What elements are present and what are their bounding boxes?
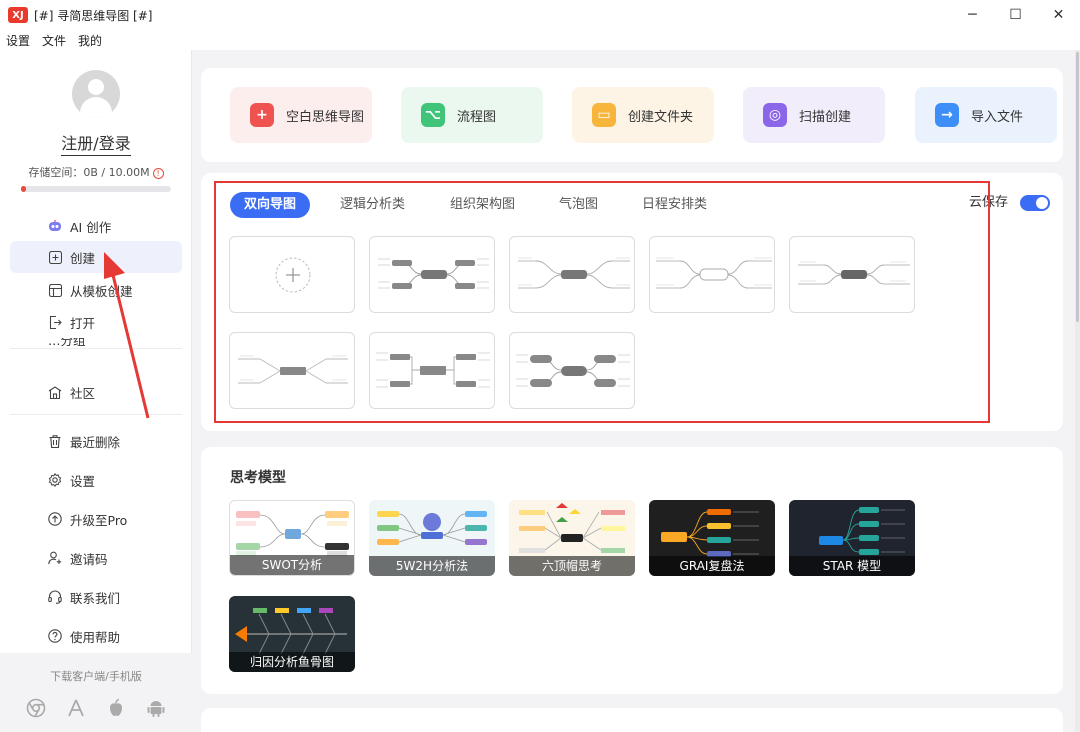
menu-bar: 设置 文件 我的 [0, 30, 1080, 50]
app-store-icon[interactable] [66, 698, 86, 718]
model-card-grai[interactable]: GRAI复盘法 [649, 500, 775, 576]
section-title: 思考模型 [230, 470, 286, 486]
create-folder-button[interactable]: ▭ 创建文件夹 [572, 87, 714, 143]
divider [10, 414, 182, 415]
scrollbar-thumb[interactable] [1076, 52, 1079, 322]
model-card-fishbone[interactable]: 归因分析鱼骨图 [229, 596, 355, 672]
window-controls: ─ ☐ ✕ [951, 0, 1080, 30]
download-text: 下载客户端/手机版 [50, 670, 142, 683]
annotation-highlight-box [214, 181, 990, 423]
app-logo: XJ [8, 7, 28, 23]
community-icon [48, 385, 62, 399]
flowchart-button[interactable]: ⌥ 流程图 [401, 87, 543, 143]
scan-icon: ◎ [763, 103, 787, 127]
model-card-5w2h[interactable]: 5W2H分析法 [369, 500, 495, 576]
chrome-icon[interactable] [26, 698, 46, 718]
upgrade-arrow-icon [48, 512, 62, 526]
quick-action-label: 空白思维导图 [286, 109, 365, 125]
user-plus-icon [48, 551, 62, 565]
maximize-button[interactable]: ☐ [994, 0, 1037, 30]
sidebar: 注册/登录 存储空间：0B / 10.00M! AI 创作 创建 从模板创建 打… [0, 50, 192, 732]
platform-list [26, 698, 166, 718]
sidebar-item-community[interactable]: 社区 [10, 376, 182, 408]
help-circle-icon [48, 629, 62, 643]
quick-action-label: 扫描创建 [799, 109, 852, 125]
cloud-save-toggle[interactable] [1020, 195, 1050, 211]
sidebar-item-settings[interactable]: 设置 [10, 464, 182, 496]
sidebar-item-help[interactable]: 使用帮助 [10, 620, 182, 652]
new-file-icon: + [250, 103, 274, 127]
avatar[interactable] [72, 70, 120, 118]
title-bar: XJ [#] 寻简思维导图 [#] ─ ☐ ✕ [0, 0, 1080, 30]
download-section: 下载客户端/手机版 [0, 653, 192, 732]
sidebar-item-label: 联系我们 [70, 590, 121, 606]
model-label: 六顶帽思考 [509, 556, 635, 576]
model-label: 归因分析鱼骨图 [229, 652, 355, 672]
sidebar-item-invite-code[interactable]: 邀请码 [10, 542, 182, 574]
sidebar-item-label: 邀请码 [70, 551, 108, 567]
sidebar-item-create[interactable]: 创建 [10, 241, 182, 273]
warning-icon[interactable]: ! [152, 167, 164, 179]
model-label: SWOT分析 [230, 555, 354, 575]
sidebar-item-contact-us[interactable]: 联系我们 [10, 581, 182, 613]
minimize-button[interactable]: ─ [951, 0, 994, 30]
quick-action-label: 流程图 [457, 109, 497, 125]
menu-settings[interactable]: 设置 [6, 32, 30, 49]
model-card-six-hats[interactable]: 六顶帽思考 [509, 500, 635, 576]
sidebar-item-upgrade-pro[interactable]: 升级至Pro [10, 503, 182, 535]
menu-mine[interactable]: 我的 [78, 32, 102, 49]
android-icon[interactable] [146, 698, 166, 718]
sidebar-item-open[interactable]: 打开 [10, 306, 182, 338]
model-label: 5W2H分析法 [369, 556, 495, 576]
ai-robot-icon [48, 219, 62, 233]
quick-action-label: 导入文件 [971, 109, 1024, 125]
model-card-swot[interactable]: SWOT分析 [229, 500, 355, 576]
quick-action-label: 创建文件夹 [628, 109, 694, 125]
trash-icon [48, 434, 62, 448]
menu-file[interactable]: 文件 [42, 32, 66, 49]
gear-icon [48, 473, 62, 487]
model-label: STAR 模型 [789, 556, 915, 576]
sidebar-item-label: 社区 [70, 385, 96, 401]
template-icon [48, 283, 62, 297]
sidebar-item-label: 设置 [70, 473, 96, 489]
apple-icon[interactable] [106, 698, 126, 718]
plus-square-icon [48, 250, 62, 264]
sidebar-item-from-template[interactable]: 从模板创建 [10, 274, 182, 306]
next-section-card [201, 708, 1063, 732]
sidebar-item-recent-deleted[interactable]: 最近删除 [10, 425, 182, 457]
close-button[interactable]: ✕ [1037, 0, 1080, 30]
sidebar-item-ai-create[interactable]: AI 创作 [10, 210, 182, 242]
storage-progress-bar [21, 186, 171, 192]
blank-mindmap-button[interactable]: + 空白思维导图 [230, 87, 372, 143]
sidebar-item-label: 创建 [70, 250, 96, 266]
window-title: [#] 寻简思维导图 [#] [34, 8, 153, 23]
flowchart-icon: ⌥ [421, 103, 445, 127]
open-file-icon [48, 315, 62, 329]
sidebar-item-label: 从模板创建 [70, 283, 133, 299]
storage-progress-fill [21, 186, 26, 192]
login-link[interactable]: 注册/登录 [0, 130, 192, 156]
sidebar-item-label: AI 创作 [70, 219, 112, 235]
sidebar-item-label: 最近删除 [70, 434, 121, 450]
model-card-star[interactable]: STAR 模型 [789, 500, 915, 576]
sidebar-item-label: 打开 [70, 315, 96, 331]
folder-icon: ▭ [592, 103, 616, 127]
sidebar-item-label: 使用帮助 [70, 629, 121, 645]
headset-icon [48, 590, 62, 604]
storage-info: 存储空间：0B / 10.00M! [0, 164, 192, 180]
divider [10, 348, 182, 349]
model-label: GRAI复盘法 [649, 556, 775, 576]
import-icon: → [935, 103, 959, 127]
sidebar-item-label: 升级至Pro [70, 512, 128, 528]
scan-create-button[interactable]: ◎ 扫描创建 [743, 87, 885, 143]
quick-actions-card: + 空白思维导图 ⌥ 流程图 ▭ 创建文件夹 ◎ 扫描创建 → 导入文件 [201, 68, 1063, 162]
import-file-button[interactable]: → 导入文件 [915, 87, 1057, 143]
